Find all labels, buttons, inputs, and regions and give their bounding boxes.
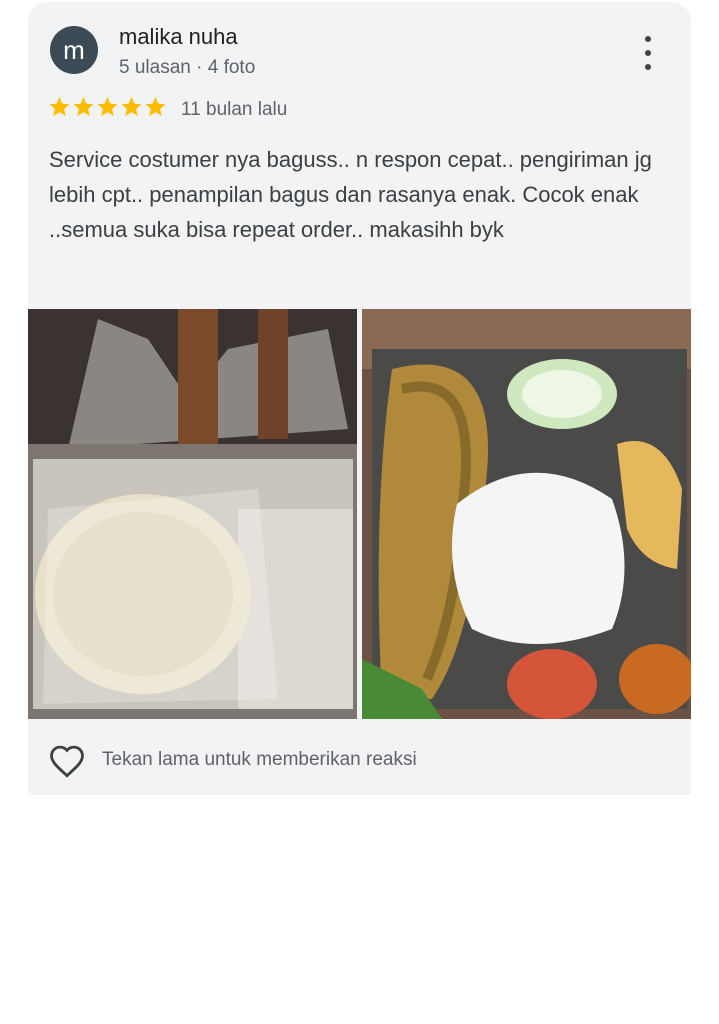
reaction-hint: Tekan lama untuk memberikan reaksi	[102, 749, 417, 770]
review-date: 11 bulan lalu	[181, 99, 288, 120]
star-icon	[73, 96, 94, 116]
star-icon	[121, 96, 142, 116]
star-icon	[49, 96, 70, 116]
author-name[interactable]: malika nuha	[119, 24, 238, 50]
star-icon	[97, 96, 118, 116]
more-options-icon[interactable]	[636, 36, 660, 70]
photo-strip	[28, 309, 691, 719]
review-photo-2[interactable]	[362, 309, 691, 719]
reaction-button[interactable]	[48, 744, 86, 778]
review-text: Service costumer nya baguss.. n respon c…	[49, 147, 652, 242]
rating-stars	[48, 95, 167, 118]
avatar[interactable]: m	[50, 26, 98, 74]
review-photo-1[interactable]	[28, 309, 357, 719]
author-meta: 5 ulasan · 4 foto	[119, 57, 256, 78]
star-icon	[145, 96, 166, 116]
review-card: m malika nuha 5 ulasan · 4 foto 11 bulan…	[28, 2, 691, 795]
heart-outline-icon	[50, 745, 84, 778]
